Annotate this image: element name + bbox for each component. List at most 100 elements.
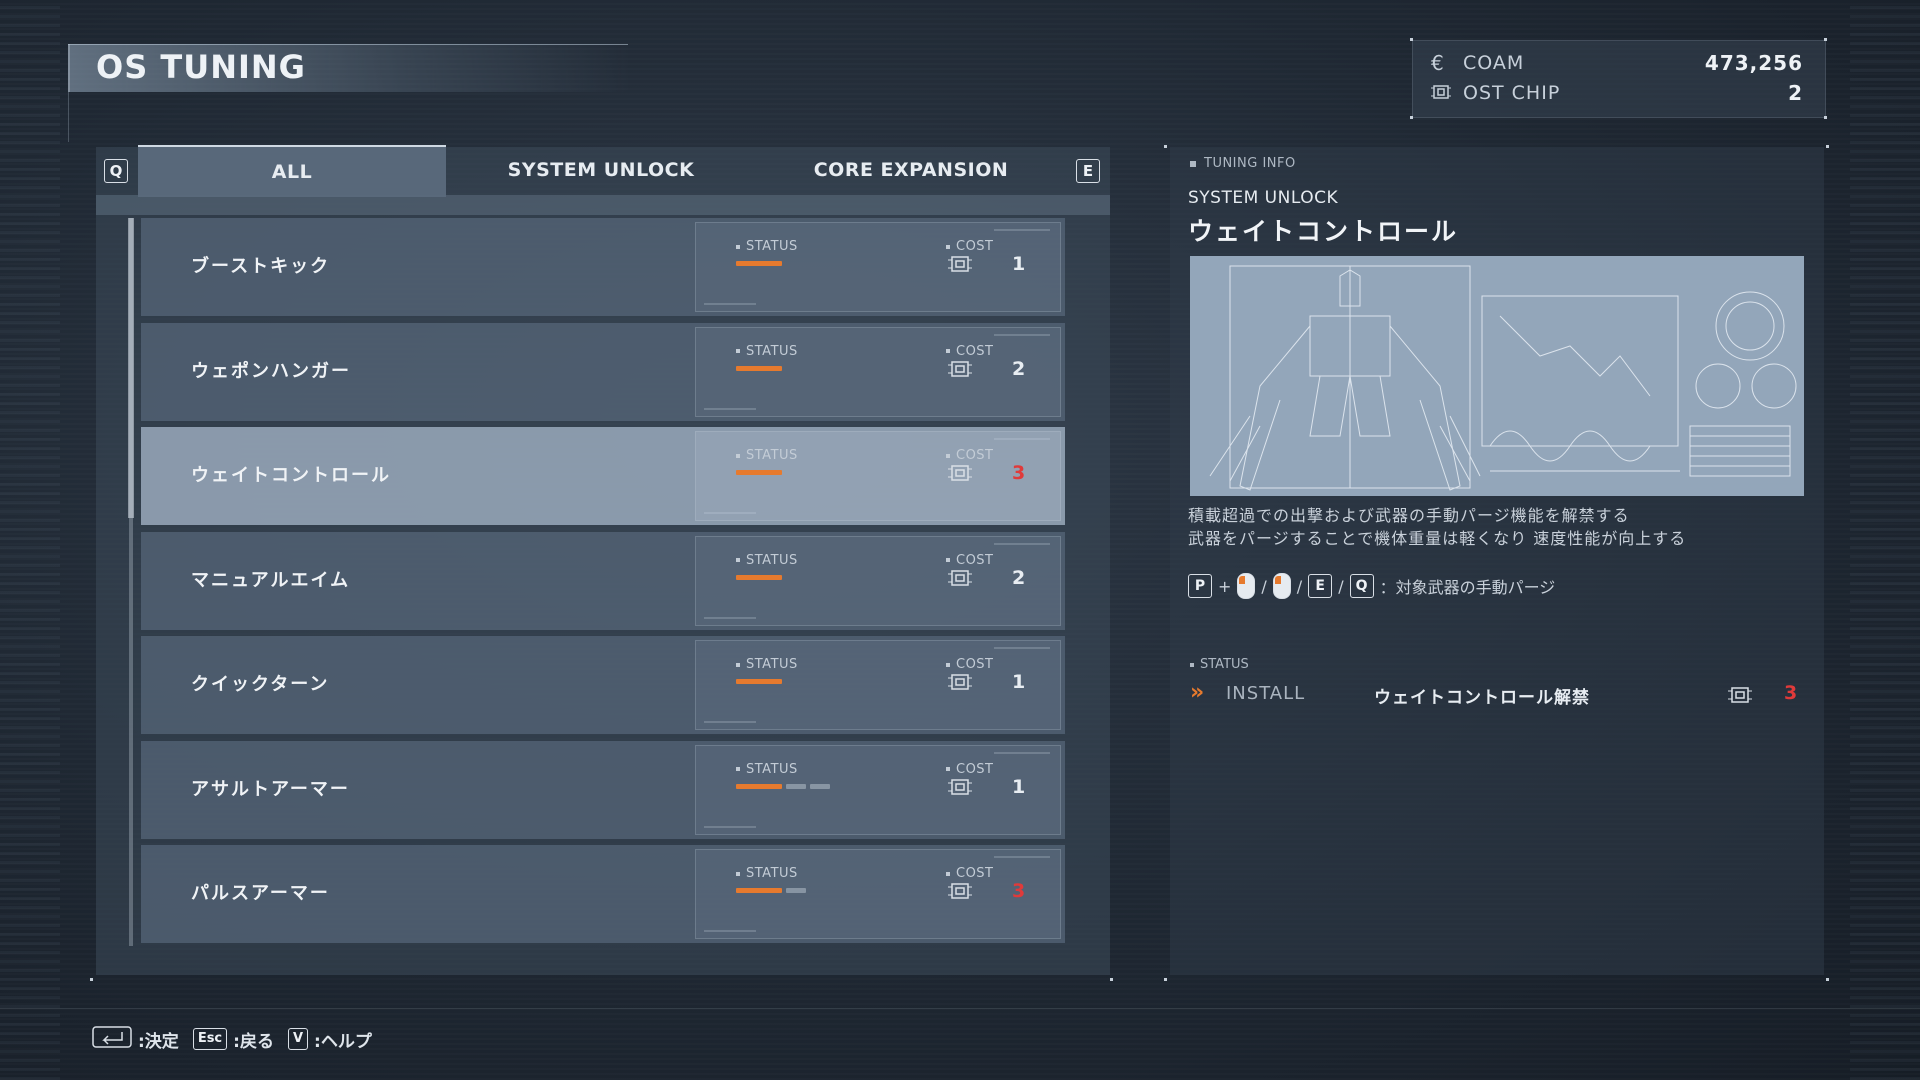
- status-bar: [736, 888, 806, 894]
- item-cost: 1: [1012, 253, 1026, 275]
- header-vertical-line: [68, 92, 69, 142]
- status-bar-segment: [736, 261, 782, 266]
- status-label: STATUS: [736, 657, 798, 672]
- confirm-hint[interactable]: :決定: [138, 1027, 179, 1052]
- description-line-2: 武器をパージすることで機体重量は軽くなり 速度性能が向上する: [1188, 529, 1687, 548]
- tab-underline-strip: [96, 195, 1110, 215]
- v-key: V: [287, 1028, 309, 1050]
- status-label: STATUS: [736, 866, 798, 881]
- tuning-list-item[interactable]: ウェポンハンガー STATUS COST 2: [141, 322, 1065, 421]
- tab-prev-key[interactable]: Q: [104, 159, 128, 183]
- install-row[interactable]: » INSTALL ウェイトコントロール解禁 3: [1190, 680, 1804, 708]
- status-bar: [736, 261, 782, 267]
- decor-line: [704, 512, 756, 514]
- tab-system-unlock[interactable]: SYSTEM UNLOCK: [446, 145, 756, 195]
- ost-chip-icon: [1431, 81, 1457, 105]
- status-bar: [736, 470, 782, 476]
- tab-next-key[interactable]: E: [1076, 159, 1100, 183]
- corner-marker: [90, 978, 93, 981]
- item-info-box: STATUS COST 3: [695, 431, 1061, 521]
- mouse-left-icon: [1237, 573, 1256, 599]
- currency-panel: € COAM 473,256 OST CHIP 2: [1412, 40, 1826, 118]
- status-label: STATUS: [736, 762, 798, 777]
- tuning-info-text: TUNING INFO: [1204, 156, 1296, 171]
- key-e: E: [1308, 574, 1333, 598]
- ost-chip-icon: [1728, 686, 1752, 708]
- decor-line: [994, 647, 1050, 649]
- corner-marker: [1410, 116, 1413, 119]
- corner-marker: [1410, 38, 1413, 41]
- back-hint[interactable]: :戻る: [233, 1027, 274, 1052]
- status-label: STATUS: [736, 553, 798, 568]
- install-cost: 3: [1784, 682, 1798, 704]
- tab-core-expansion[interactable]: CORE EXPANSION: [756, 145, 1066, 195]
- status-label: STATUS: [736, 239, 798, 254]
- cost-label: COST: [946, 762, 994, 777]
- tuning-list-item[interactable]: パルスアーマー STATUS COST 3: [141, 845, 1065, 943]
- ost-chip-icon: [948, 673, 972, 695]
- decor-line: [994, 751, 1050, 754]
- coam-label: COAM: [1463, 52, 1525, 74]
- tuning-list-item[interactable]: マニュアルエイム STATUS COST 2: [141, 531, 1065, 630]
- mouse-right-icon: [1272, 573, 1291, 599]
- detail-description: 積載超過での出撃および武器の手動パージ機能を解禁する 武器をパージすることで機体…: [1188, 504, 1686, 550]
- item-cost: 1: [1012, 671, 1026, 693]
- status-bar-segment: [786, 783, 806, 789]
- bullet-icon: [1190, 160, 1196, 167]
- corner-marker: [1824, 116, 1827, 119]
- item-name: マニュアルエイム: [191, 569, 351, 591]
- tuning-list-item[interactable]: アサルトアーマー STATUS COST 1: [141, 740, 1065, 839]
- key-p: P: [1188, 574, 1212, 598]
- tuning-list-item[interactable]: ブーストキック STATUS COST 1: [141, 218, 1065, 316]
- tab-all[interactable]: ALL: [138, 145, 446, 197]
- item-cost: 1: [1012, 775, 1026, 798]
- decor-line: [994, 333, 1050, 336]
- ost-chip-icon: [948, 360, 972, 382]
- item-info-box: STATUS COST 1: [695, 744, 1061, 835]
- ost-chip-value: 2: [1788, 81, 1803, 105]
- tuning-list-item[interactable]: クイックターン STATUS COST 1: [141, 636, 1065, 734]
- cost-label: COST: [946, 657, 994, 672]
- tuning-list-item[interactable]: ウェイトコントロール STATUS COST 3: [141, 427, 1065, 525]
- list-scrollbar-thumb[interactable]: [128, 218, 134, 518]
- decor-line: [704, 407, 756, 410]
- separator: /: [1261, 576, 1267, 596]
- status-bar: [736, 783, 830, 790]
- status-bar-segment: [810, 783, 830, 789]
- detail-category: SYSTEM UNLOCK: [1188, 188, 1339, 208]
- separator: /: [1296, 576, 1303, 596]
- corner-marker: [1110, 978, 1113, 981]
- plus-sign: +: [1218, 576, 1232, 596]
- coam-currency-icon: €: [1431, 51, 1444, 75]
- key-q: Q: [1349, 574, 1374, 598]
- coam-row: € COAM 473,256: [1431, 49, 1803, 77]
- corner-marker: [1826, 978, 1829, 981]
- ost-chip-label: OST CHIP: [1463, 82, 1561, 104]
- item-info-box: STATUS COST 1: [695, 222, 1061, 312]
- status-bar: [736, 679, 782, 685]
- corner-marker: [1826, 145, 1829, 148]
- bullet-icon: [1190, 662, 1194, 667]
- item-name: クイックターン: [191, 674, 330, 695]
- ost-chip-icon: [948, 464, 972, 486]
- blueprint-image: [1190, 256, 1804, 496]
- tuning-info-label: TUNING INFO: [1190, 156, 1296, 171]
- item-name: ウェイトコントロール: [191, 465, 391, 486]
- item-name: ウェポンハンガー: [191, 360, 351, 382]
- description-line-1: 積載超過での出撃および武器の手動パージ機能を解禁する: [1188, 506, 1630, 525]
- detail-title: ウェイトコントロール: [1188, 217, 1459, 246]
- tab-bar: Q ALL SYSTEM UNLOCK CORE EXPANSION E: [96, 145, 1110, 197]
- left-edge-decoration: [0, 0, 60, 1080]
- header-divider: [68, 44, 628, 45]
- corner-marker: [1164, 145, 1167, 148]
- purge-action-label: ：対象武器の手動パージ: [1379, 578, 1556, 597]
- status-bar-segment: [736, 470, 782, 475]
- corner-marker: [1824, 38, 1827, 41]
- item-cost: 3: [1012, 880, 1026, 902]
- help-hint[interactable]: :ヘルプ: [314, 1027, 372, 1052]
- cost-label: COST: [946, 866, 994, 881]
- cost-label: COST: [946, 553, 994, 568]
- install-name: ウェイトコントロール解禁: [1374, 688, 1590, 708]
- item-info-box: STATUS COST 3: [695, 849, 1061, 939]
- item-name: アサルトアーマー: [191, 778, 350, 800]
